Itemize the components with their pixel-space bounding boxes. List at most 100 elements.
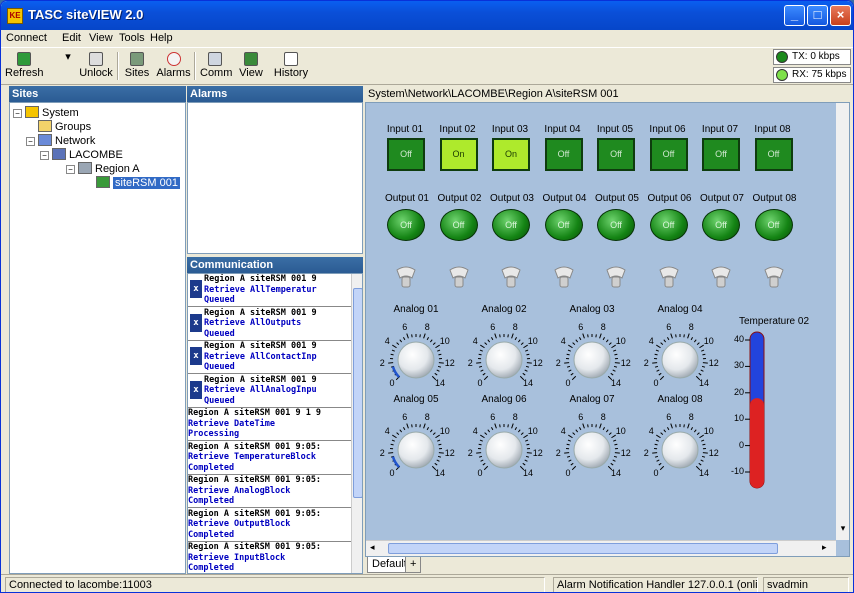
scroll-down-icon[interactable]: ▾ (837, 523, 849, 537)
output-label: Output 08 (752, 193, 797, 204)
cancel-request-icon[interactable]: x (190, 347, 202, 365)
toggle-switch-icon[interactable] (605, 264, 627, 290)
scroll-left-icon[interactable]: ◂ (370, 542, 375, 553)
temperature-tick-label: -10 (730, 466, 744, 476)
unlock-button[interactable]: Unlock (79, 50, 113, 82)
title-bar: KE TASC siteVIEW 2.0 _ □ × (1, 1, 853, 30)
tree-label: Groups (55, 121, 92, 133)
analog-dial: 0 2 4 6 8 10 12 14 (462, 406, 546, 486)
comm-item[interactable]: x Region A siteRSM 001 9 Retrieve AllAnalo… (188, 374, 351, 408)
rx-rate: RX: 75 kbps (792, 69, 847, 80)
comm-item[interactable]: Region A siteRSM 001 9:05: Retrieve Outpu… (188, 508, 351, 542)
tree-item-groups[interactable]: Groups (38, 120, 91, 134)
alarms-button[interactable]: Alarms (156, 50, 191, 82)
dial-tick-label: 0 (653, 378, 659, 389)
minimize-button[interactable]: _ (784, 5, 805, 26)
dial-tick-label: 12 (444, 447, 455, 458)
dial-tick-label: 6 (578, 411, 584, 422)
output-led[interactable]: Off (387, 209, 425, 241)
analog-label: Analog 07 (569, 394, 615, 405)
analog-dial: 0 2 4 6 8 10 12 14 (550, 316, 634, 396)
dial-tick-label: 6 (666, 321, 672, 332)
dial-tick-label: 12 (708, 357, 719, 368)
comm-item-source: Region A siteRSM 001 9:05: (188, 508, 322, 519)
comm-item[interactable]: x Region A siteRSM 001 9 Retrieve AllOutpu… (188, 307, 351, 341)
dial-tick-label: 14 (699, 378, 710, 389)
comm-item-request: Retrieve DateTime (188, 418, 275, 429)
tree-item-siteRSM-001[interactable]: siteRSM 001 (96, 176, 180, 190)
comm-item[interactable]: Region A siteRSM 001 9 1 9 Retrieve DateT… (188, 408, 351, 441)
sites-button[interactable]: Sites (123, 50, 151, 82)
output-led[interactable]: Off (544, 209, 583, 241)
output-led[interactable]: Off (492, 209, 530, 241)
dial-tick-label: 0 (389, 378, 395, 389)
comm-item[interactable]: Region A siteRSM 001 9:05: Retrieve Tempe… (188, 441, 351, 475)
menu-edit[interactable]: Edit (62, 32, 81, 44)
comm-item[interactable]: x Region A siteRSM 001 9 Retrieve AllConta… (188, 341, 351, 374)
dial-tick-label: 0 (477, 468, 483, 479)
collapse-icon[interactable]: − (66, 165, 75, 174)
output-label: Output 07 (700, 193, 744, 204)
comm-scroll-thumb[interactable] (353, 288, 362, 498)
collapse-icon[interactable]: − (26, 137, 35, 146)
tree-item-system[interactable]: − System (13, 106, 79, 120)
history-button[interactable]: History (271, 50, 311, 82)
toolbar-separator (194, 52, 196, 80)
dial-tick-label: 8 (424, 411, 430, 422)
comm-item-source: Region A siteRSM 001 9:05: (188, 475, 322, 485)
toggle-switch-icon[interactable] (710, 264, 732, 290)
input-label: Input 06 (649, 124, 686, 135)
output-led[interactable]: Off (597, 209, 635, 241)
output-led[interactable]: Off (754, 209, 793, 241)
cancel-request-icon[interactable]: x (190, 380, 202, 399)
cancel-request-icon[interactable]: x (190, 313, 202, 332)
comm-button[interactable]: Comm (200, 50, 232, 82)
output-led[interactable]: Off (649, 209, 688, 241)
menu-connect[interactable]: Connect (6, 32, 47, 44)
view-button[interactable]: View (237, 50, 265, 82)
dial-tick-label: 8 (424, 321, 430, 332)
menu-tools[interactable]: Tools (119, 32, 145, 44)
comm-item[interactable]: Region A siteRSM 001 9:05: Retrieve Input… (188, 542, 351, 573)
comm-scrollbar[interactable] (351, 274, 362, 573)
dial-tick-label: 0 (565, 378, 571, 389)
scroll-right-icon[interactable]: ▸ (822, 542, 827, 553)
main-vertical-scrollbar[interactable]: ▾ (836, 103, 849, 540)
toggle-switch-icon[interactable] (763, 264, 785, 290)
dial-tick-label: 2 (467, 357, 473, 368)
toggle-switch-icon[interactable] (553, 264, 575, 290)
dial-tick-label: 0 (389, 468, 395, 479)
comm-item[interactable]: Region A siteRSM 001 9:05: Retrieve Analo… (188, 475, 351, 508)
tree-label: LACOMBE (69, 149, 123, 161)
collapse-icon[interactable]: − (13, 109, 22, 118)
tree-item-region-a[interactable]: − Region A (66, 162, 140, 176)
toggle-switch-icon[interactable] (448, 264, 470, 290)
menu-help[interactable]: Help (150, 32, 173, 44)
tree-item-network[interactable]: − Network (26, 134, 95, 148)
window-title: TASC siteVIEW 2.0 (28, 7, 144, 22)
menu-view[interactable]: View (89, 32, 113, 44)
refresh-button[interactable]: Refresh (5, 50, 44, 82)
dial-tick-label: 4 (648, 425, 654, 436)
output-label: Output 05 (595, 193, 639, 204)
comm-item-source: Region A siteRSM 001 9:05: (188, 441, 322, 452)
toggle-switch-icon[interactable] (395, 264, 417, 290)
output-label: Output 01 (385, 193, 429, 204)
dial-tick-label: 10 (527, 425, 538, 436)
toggle-switch-icon[interactable] (658, 264, 680, 290)
output-led[interactable]: Off (702, 209, 740, 241)
tree-item-lacombe[interactable]: − LACOMBE (40, 148, 123, 162)
horizontal-scroll-thumb[interactable] (388, 543, 778, 554)
dial-tick-label: 12 (532, 447, 543, 458)
input-label: Input 02 (439, 124, 476, 135)
maximize-button[interactable]: □ (807, 5, 828, 26)
close-button[interactable]: × (830, 5, 851, 26)
comm-item[interactable]: x Region A siteRSM 001 9 Retrieve AllTempe… (188, 274, 351, 307)
refresh-dropdown[interactable]: ▾ (63, 50, 73, 82)
cancel-request-icon[interactable]: x (190, 280, 202, 298)
tab-add[interactable]: + (405, 557, 422, 573)
main-horizontal-scrollbar[interactable]: ◂ ▸ (366, 540, 836, 556)
collapse-icon[interactable]: − (40, 151, 49, 160)
toggle-switch-icon[interactable] (500, 264, 522, 290)
output-led[interactable]: Off (439, 209, 478, 241)
